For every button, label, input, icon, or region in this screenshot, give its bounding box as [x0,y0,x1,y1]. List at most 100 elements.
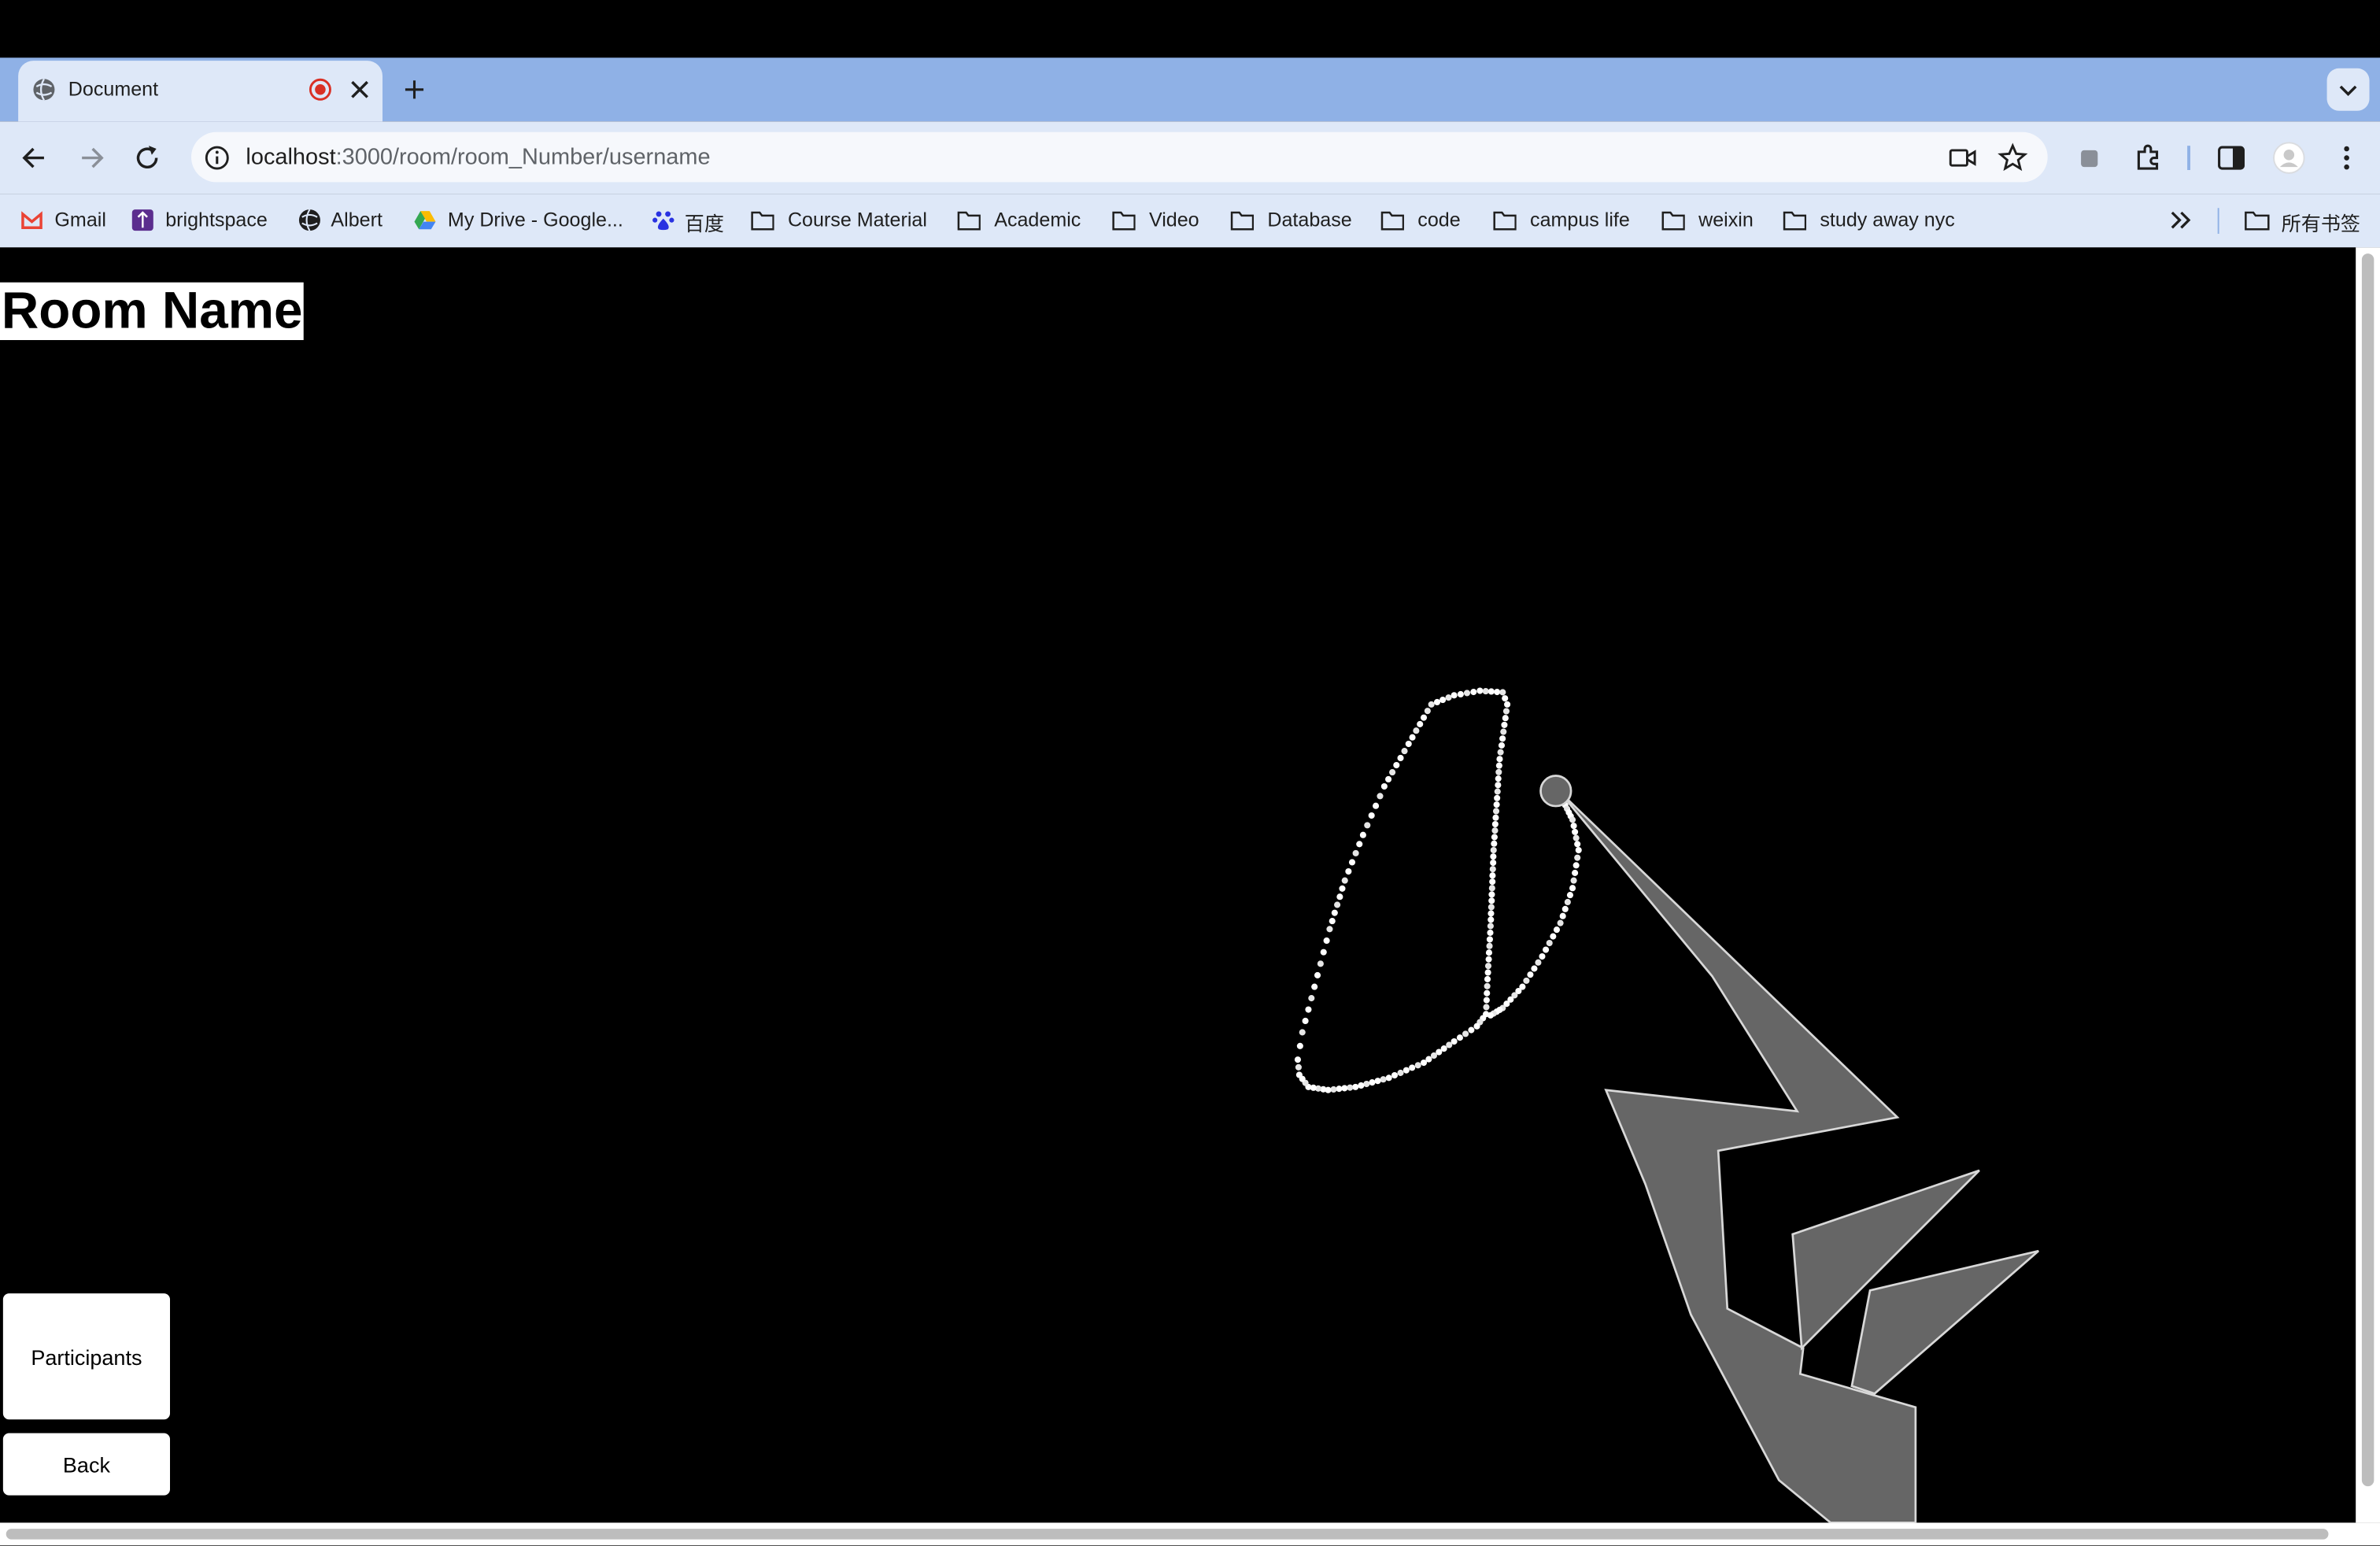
bookmark-item[interactable]: Course Material [788,208,927,231]
bookmark-item[interactable]: weixin [1698,208,1754,231]
bookmark-item[interactable]: Academic [994,208,1081,231]
trail-dot [1446,1041,1453,1049]
close-tab-icon[interactable] [349,79,371,100]
google-drive-icon [414,211,436,230]
extension-puzzle-gray-icon[interactable] [2076,144,2104,172]
trail-dot [1323,937,1330,945]
trail-dot [1308,995,1315,1002]
folder-icon [1230,211,1255,231]
trail-dot [1417,720,1424,727]
back-arrow-icon[interactable] [20,142,50,173]
bookmark-item[interactable]: study away nyc [1820,208,1954,231]
trail-dot [1566,892,1573,899]
profile-avatar-icon[interactable] [2272,141,2305,174]
trail-dot [1473,1023,1480,1030]
horizontal-scrollbar-thumb[interactable] [6,1529,2329,1540]
trail-dot [1397,754,1404,761]
trail-dot [1570,877,1577,884]
trail-dot [1485,956,1492,963]
reload-icon[interactable] [132,142,163,173]
trail-dot [1543,946,1550,953]
bookmark-item[interactable]: My Drive - Google... [448,208,623,231]
trail-dot [1424,708,1431,715]
trail-dot [1401,748,1408,755]
bookmark-item[interactable]: Database [1267,208,1351,231]
trail-dot [1484,982,1491,989]
trail-dot [1409,734,1416,741]
trail-dot [1491,834,1498,841]
trail-dot [1570,823,1577,830]
trail-dot [1352,1083,1359,1090]
trail-dot [1494,794,1501,801]
trail-dot [1569,885,1576,892]
trail-dot [1368,812,1375,819]
folder-icon [1493,211,1517,231]
bookmark-item[interactable]: Albert [331,208,382,231]
trail-dot [1330,1086,1337,1093]
trail-dot [1486,942,1493,949]
screen-top-bar [0,0,2380,58]
trail-dot [1559,912,1566,919]
trail-dot [1334,901,1341,908]
trail-dot [1492,814,1499,821]
trail-dot [1487,923,1494,930]
trail-dot [1561,905,1569,912]
trail-dot [1483,1004,1490,1011]
trail-dot [1295,1063,1302,1071]
forward-arrow-icon[interactable] [76,142,106,173]
extensions-icon[interactable] [2133,142,2164,173]
trail-dot [1539,952,1546,960]
trail-dot [1484,963,1492,970]
camera-icon[interactable] [1947,144,1978,172]
bookmark-item[interactable]: Video [1149,208,1199,231]
bookmark-item[interactable]: campus life [1530,208,1630,231]
trail-dot [1445,694,1452,701]
bookmark-item[interactable]: 百度 [685,208,724,237]
trail-dot [1433,698,1441,706]
trail-dot [1490,859,1497,867]
trail-dot [1569,816,1576,823]
trail-dot [1489,878,1496,886]
trail-dot [1456,1034,1463,1041]
bookmark-item[interactable]: code [1417,208,1460,231]
menu-kebab-icon[interactable] [2331,142,2362,173]
tab-search-button[interactable] [2326,68,2370,111]
bookmark-item[interactable]: Gmail [54,208,105,231]
trail-dot [1393,761,1400,769]
trail-dot [1389,769,1396,776]
trail-dot [1311,983,1318,990]
site-info-icon[interactable] [203,144,231,172]
folder-icon [1380,211,1404,231]
trail-dot [1494,788,1501,795]
trail-dot [1497,749,1504,756]
trail-dot [1428,701,1435,708]
participants-button[interactable]: Participants [2,1293,171,1420]
trail-dot [1468,1026,1475,1034]
trail-dot [1296,1042,1303,1049]
trail-dot [1358,1082,1365,1089]
trail-dot [1397,1069,1404,1076]
trail-dot [1490,853,1497,860]
trail-dot [1488,910,1495,917]
trail-dot [1336,893,1343,901]
chevron-down-icon [2339,85,2357,97]
bookmark-item[interactable]: brightspace [165,208,268,231]
star-icon[interactable] [1998,142,2028,173]
double-chevron-right-icon[interactable] [2168,208,2195,232]
trail-dot [1494,689,1501,696]
trail-dot [1345,867,1352,875]
all-bookmarks-label[interactable]: 所有书签 [2282,208,2360,237]
back-button[interactable]: Back [2,1433,171,1496]
side-panel-icon[interactable] [2216,142,2247,173]
trail-dot [1336,1086,1343,1093]
trail-dot [1373,802,1380,809]
trail-dot [1488,688,1495,695]
trail-dot [1499,689,1506,696]
vertical-scrollbar-thumb[interactable] [2361,253,2374,1487]
trail-dot [1495,768,1502,775]
trail-dot [1476,687,1484,694]
trail-dot [1564,898,1571,906]
new-tab-icon[interactable] [402,77,427,102]
baidu-icon [652,211,674,231]
cursor-marker [1539,775,1572,808]
